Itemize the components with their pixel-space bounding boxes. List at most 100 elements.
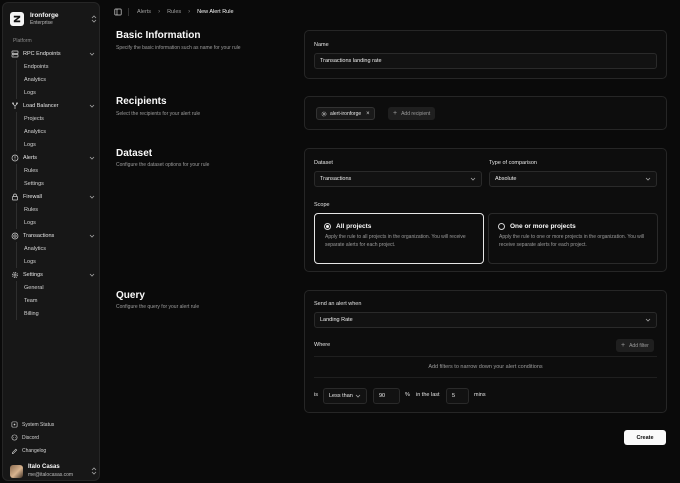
header: Alerts › Rules › New Alert Rule <box>114 6 234 18</box>
sidebar-item-team[interactable]: Team <box>23 294 98 307</box>
sidebar-sub-transactions: Analytics Logs <box>16 242 98 268</box>
footer-item-changelog[interactable]: Changelog <box>8 444 98 457</box>
sidebar-group-rpc-endpoints[interactable]: RPC Endpoints <box>8 47 98 60</box>
basic-info-description: Specify the basic information such as na… <box>116 45 241 51</box>
footer-item-label: System Status <box>22 421 55 428</box>
window-input[interactable]: 5 <box>446 388 469 404</box>
footer-item-label: Changelog <box>22 447 47 454</box>
avatar <box>10 464 23 478</box>
scope-all-title: All projects <box>336 223 372 230</box>
user-name: Italo Casas <box>28 464 60 471</box>
recipients-description: Select the recipients for your alert rul… <box>116 111 201 117</box>
name-input[interactable]: Transactions landing rate <box>314 53 657 69</box>
breadcrumb-rules[interactable]: Rules <box>167 9 181 15</box>
sidebar-item-tx-analytics[interactable]: Analytics <box>23 242 98 255</box>
sidebar-footer: System Status Discord Changelog <box>8 418 98 457</box>
transactions-icon <box>11 232 19 240</box>
sidebar-item-lb-analytics[interactable]: Analytics <box>23 125 98 138</box>
server-icon <box>11 50 19 58</box>
sidebar-sub-firewall: Rules Logs <box>16 203 98 229</box>
basic-info-card: Name Transactions landing rate <box>304 30 667 79</box>
footer-item-discord[interactable]: Discord <box>8 431 98 444</box>
filters-empty-state: Add filters to narrow down your alert co… <box>314 356 657 378</box>
sidebar-group-alerts[interactable]: Alerts <box>8 151 98 164</box>
recipients-title: Recipients <box>116 96 167 107</box>
metric-select[interactable]: Landing Rate <box>314 312 657 328</box>
radio-unselected[interactable] <box>498 223 505 230</box>
sidebar-item-general[interactable]: General <box>23 281 98 294</box>
dataset-select[interactable]: Transactions <box>314 171 482 187</box>
where-label: Where <box>314 342 331 348</box>
add-recipient-button[interactable]: + Add recipient <box>388 107 436 120</box>
threshold-input[interactable]: 90 <box>373 388 400 404</box>
comparison-select[interactable]: Absolute <box>489 171 657 187</box>
sidebar-group-label: Settings <box>23 271 43 278</box>
operator-select[interactable]: Less than <box>323 388 367 404</box>
recipients-card: alert-ironforge × + Add recipient <box>304 96 667 130</box>
footer-item-system-status[interactable]: System Status <box>8 418 98 431</box>
sidebar-item-tx-logs[interactable]: Logs <box>23 255 98 268</box>
in-last-label: in the last <box>416 392 440 398</box>
sidebar-item-projects[interactable]: Projects <box>23 112 98 125</box>
add-filter-label: Add filter <box>629 342 649 349</box>
sidebar-group-label: Transactions <box>23 232 55 239</box>
is-label: is <box>314 392 318 398</box>
sidebar-item-firewall-rules[interactable]: Rules <box>23 203 98 216</box>
unit-label: % <box>405 392 410 398</box>
sidebar-item-endpoints[interactable]: Endpoints <box>23 60 98 73</box>
sidebar-sub-rpc-endpoints: Endpoints Analytics Logs <box>16 60 98 99</box>
create-button[interactable]: Create <box>624 430 666 445</box>
sidebar-sub-settings: General Team Billing <box>16 281 98 320</box>
add-filter-button[interactable]: + Add filter <box>616 339 654 352</box>
user-menu[interactable]: Italo Casas me@italocasas.com <box>10 463 98 479</box>
add-recipient-label: Add recipient <box>401 110 431 117</box>
chevron-down-icon <box>89 272 95 278</box>
status-icon <box>11 421 18 428</box>
sidebar-item-alert-settings[interactable]: Settings <box>23 177 98 190</box>
org-plan: Enterprise <box>30 19 53 26</box>
discord-icon <box>11 434 18 441</box>
radio-selected[interactable] <box>324 223 331 230</box>
sidebar-toggle-icon[interactable] <box>114 8 122 16</box>
query-description: Configure the query for your alert rule <box>116 304 200 310</box>
breadcrumb-separator-icon: › <box>158 9 161 15</box>
plus-icon: + <box>621 342 626 349</box>
scope-option-some-projects[interactable]: One or more projects Apply the rule to o… <box>488 213 658 264</box>
sidebar-item-billing[interactable]: Billing <box>23 307 98 320</box>
scope-option-all-projects[interactable]: All projects Apply the rule to all proje… <box>314 213 484 264</box>
operator-select-value: Less than <box>329 393 353 399</box>
footer-item-label: Discord <box>22 434 39 441</box>
chevron-down-icon <box>89 233 95 239</box>
gear-icon <box>321 111 327 117</box>
sidebar-nav: RPC Endpoints Endpoints Analytics Logs L… <box>8 47 98 320</box>
breadcrumb-separator-icon: › <box>188 9 191 15</box>
remove-recipient-icon[interactable]: × <box>366 111 370 117</box>
chevron-down-icon <box>645 317 651 323</box>
sidebar-group-label: Firewall <box>23 193 42 200</box>
sidebar-group-label: Alerts <box>23 154 38 161</box>
breadcrumb-alerts[interactable]: Alerts <box>137 9 151 15</box>
dataset-select-value: Transactions <box>320 176 352 182</box>
name-label: Name <box>314 42 329 48</box>
ironforge-logo-icon <box>10 12 24 26</box>
sidebar-item-rpc-logs[interactable]: Logs <box>23 86 98 99</box>
sidebar-item-rpc-analytics[interactable]: Analytics <box>23 73 98 86</box>
plus-icon: + <box>393 110 398 117</box>
sidebar-item-firewall-logs[interactable]: Logs <box>23 216 98 229</box>
sidebar-item-alert-rules[interactable]: Rules <box>23 164 98 177</box>
org-switcher[interactable]: Ironforge Enterprise <box>10 10 98 28</box>
scope-some-title: One or more projects <box>510 223 576 230</box>
chevron-down-icon <box>355 393 361 399</box>
gear-icon <box>11 271 19 279</box>
sidebar-group-load-balancer[interactable]: Load Balancer <box>8 99 98 112</box>
chevron-down-icon <box>89 51 95 57</box>
comparison-label: Type of comparison <box>489 160 537 166</box>
lock-icon <box>11 193 19 201</box>
sidebar-item-lb-logs[interactable]: Logs <box>23 138 98 151</box>
section-label-platform: Platform <box>13 38 32 44</box>
sidebar-group-firewall[interactable]: Firewall <box>8 190 98 203</box>
query-card: Send an alert when Landing Rate Where + … <box>304 290 667 413</box>
sidebar-group-settings[interactable]: Settings <box>8 268 98 281</box>
alert-icon <box>11 154 19 162</box>
sidebar-group-transactions[interactable]: Transactions <box>8 229 98 242</box>
